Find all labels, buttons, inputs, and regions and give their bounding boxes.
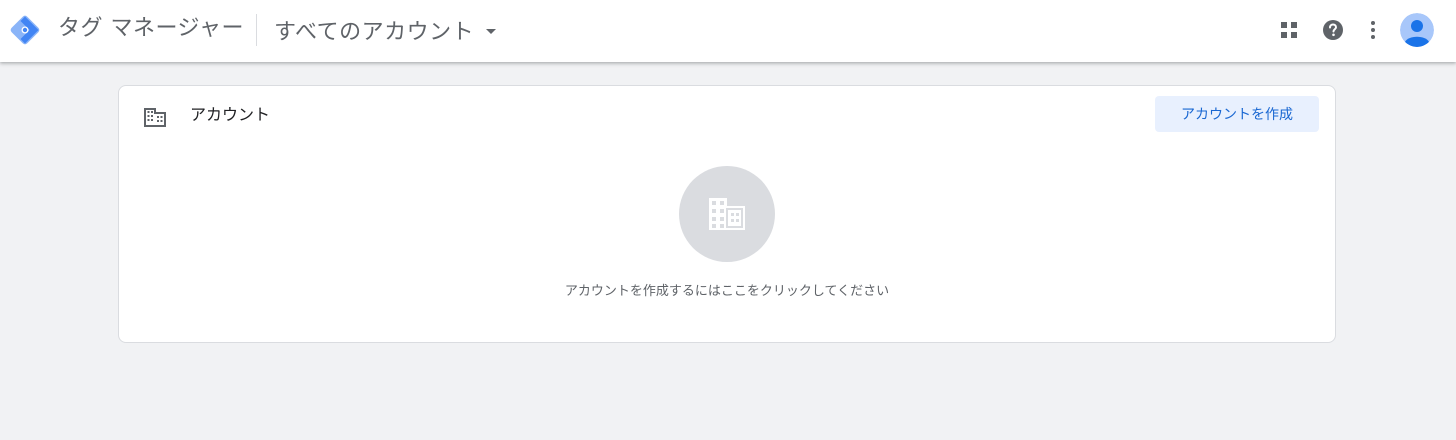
- help-icon[interactable]: [1318, 15, 1348, 45]
- account-selector[interactable]: すべてのアカウント: [274, 10, 497, 50]
- empty-state-message[interactable]: アカウントを作成するにはここをクリックしてください: [119, 280, 1335, 299]
- arrow-drop-down-icon: [486, 28, 497, 34]
- building-icon: [144, 106, 166, 128]
- accounts-card: アカウント アカウントを作成 アカウントを作成するにはここをクリックしてください: [118, 85, 1336, 343]
- product-name: タグ マネージャー: [58, 16, 244, 41]
- account-selector-label: すべてのアカウント: [274, 20, 475, 45]
- apps-grid-icon[interactable]: [1274, 15, 1304, 45]
- tag-manager-logo-icon[interactable]: [8, 13, 42, 47]
- more-vert-icon[interactable]: [1358, 15, 1388, 45]
- header-divider: [256, 14, 257, 46]
- app-header: タグ マネージャー すべてのアカウント: [0, 0, 1456, 62]
- card-title: アカウント: [190, 105, 271, 124]
- create-account-button[interactable]: アカウントを作成: [1155, 96, 1319, 132]
- account-avatar-icon[interactable]: [1400, 13, 1434, 47]
- empty-state-building-icon[interactable]: [679, 166, 775, 262]
